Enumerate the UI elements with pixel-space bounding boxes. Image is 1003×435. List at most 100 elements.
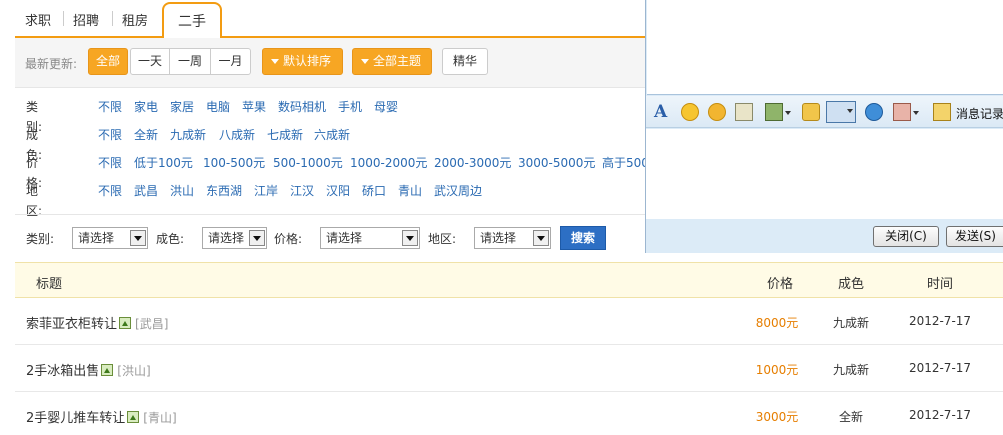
condition-option[interactable]: 六成新 (314, 125, 350, 145)
price-option[interactable]: 不限 (98, 153, 122, 173)
listing-time: 2012-7-17 (908, 408, 972, 422)
search-button[interactable]: 搜索 (560, 226, 606, 250)
image-icon[interactable] (765, 103, 791, 121)
tab-rent[interactable]: 租房 (122, 10, 148, 29)
table-row: 2手婴儿推车转让 [青山] 3000元 全新 2012-7-17 (15, 392, 1003, 435)
condition-option[interactable]: 全新 (134, 125, 158, 145)
topic-label: 全部主题 (373, 54, 422, 68)
search-condition-label: 成色: (156, 232, 185, 246)
listing-title-link[interactable]: 2手婴儿推车转让 (26, 411, 125, 426)
period-day-button[interactable]: 一天 (130, 48, 170, 75)
font-icon[interactable]: A (654, 103, 672, 121)
district-option[interactable]: 东西湖 (206, 181, 242, 201)
message-record-icon[interactable] (933, 103, 951, 121)
select-value: 请选择 (78, 231, 115, 245)
district-option[interactable]: 江汉 (290, 181, 314, 201)
listing-time: 2012-7-17 (908, 314, 972, 328)
select-value: 请选择 (480, 231, 517, 245)
featured-button[interactable]: 精华 (442, 48, 488, 75)
tab-jobs[interactable]: 求职 (25, 10, 51, 29)
filter-toolbar: 最新更新: 全部 一天 一周 一月 默认排序 全部主题 精华 (15, 38, 645, 88)
district-option[interactable]: 洪山 (170, 181, 194, 201)
category-option[interactable]: 电脑 (206, 97, 230, 117)
listing-title-link[interactable]: 2手冰箱出售 (26, 364, 99, 379)
listing-title-link[interactable]: 索菲亚衣柜转让 (26, 317, 117, 332)
search-condition-select[interactable]: 请选择 (202, 227, 267, 249)
listing-condition: 九成新 (832, 316, 869, 330)
screenshot-icon[interactable] (735, 103, 753, 121)
table-row: 索菲亚衣柜转让 [武昌] 8000元 九成新 2012-7-17 (15, 298, 1003, 345)
price-option[interactable]: 1000-2000元 (350, 153, 427, 173)
listing-condition: 九成新 (832, 363, 869, 377)
category-option[interactable]: 苹果 (242, 97, 266, 117)
district-option[interactable]: 汉阳 (326, 181, 350, 201)
category-option[interactable]: 数码相机 (278, 97, 326, 117)
price-option[interactable]: 3000-5000元 (518, 153, 595, 173)
district-option[interactable]: 武汉周边 (434, 181, 482, 201)
more-icon[interactable] (893, 103, 919, 121)
district-option[interactable]: 青山 (398, 181, 422, 201)
price-option[interactable]: 高于500 (602, 153, 645, 173)
listing-price: 3000元 (755, 410, 799, 424)
category-tabs: 求职 招聘 租房 二手 (15, 0, 645, 40)
price-option[interactable]: 低于100元 (134, 153, 193, 173)
chat-history-area (647, 0, 1003, 95)
period-week-button[interactable]: 一周 (169, 48, 211, 75)
select-value: 请选择 (326, 231, 363, 245)
category-option[interactable]: 家电 (134, 97, 158, 117)
section-divider (15, 214, 645, 215)
chevron-down-icon (402, 230, 418, 246)
topic-dropdown[interactable]: 全部主题 (352, 48, 432, 75)
tab-separator (63, 11, 64, 26)
listing-title: 2手婴儿推车转让 [青山] (26, 407, 177, 426)
chat-button-bar: 关闭(C) 发送(S) (646, 219, 1003, 253)
listing-title: 2手冰箱出售 [洪山] (26, 360, 151, 379)
chat-toolbar: A 消息记录 (646, 96, 1003, 128)
listing-area: [武昌] (135, 317, 169, 331)
district-option[interactable]: 不限 (98, 181, 122, 201)
price-option[interactable]: 500-1000元 (273, 153, 343, 173)
header-title: 标题 (36, 277, 63, 292)
category-option[interactable]: 家居 (170, 97, 194, 117)
emoticon-icon[interactable] (681, 103, 699, 121)
sort-dropdown[interactable]: 默认排序 (262, 48, 343, 75)
category-option[interactable]: 母婴 (374, 97, 398, 117)
listing-price: 1000元 (755, 363, 799, 377)
search-price-label: 价格: (274, 232, 303, 246)
district-option[interactable]: 硚口 (362, 181, 386, 201)
table-row: 2手冰箱出售 [洪山] 1000元 九成新 2012-7-17 (15, 345, 1003, 392)
music-icon[interactable] (865, 103, 883, 121)
tab-recruit[interactable]: 招聘 (73, 10, 99, 29)
search-price-select[interactable]: 请选择 (320, 227, 420, 249)
listing-time: 2012-7-17 (908, 361, 972, 375)
message-record-label[interactable]: 消息记录 (956, 105, 1003, 122)
search-district-label: 地区: (428, 232, 457, 246)
image-icon (119, 317, 132, 329)
chevron-down-icon (130, 230, 146, 246)
condition-option[interactable]: 九成新 (170, 125, 206, 145)
chat-input-area[interactable] (646, 129, 1003, 219)
send-button[interactable]: 发送(S) (946, 226, 1003, 247)
image-icon (101, 364, 114, 376)
period-month-button[interactable]: 一月 (210, 48, 251, 75)
price-option[interactable]: 100-500元 (203, 153, 265, 173)
condition-option[interactable]: 不限 (98, 125, 122, 145)
condition-option[interactable]: 七成新 (267, 125, 303, 145)
close-chat-button[interactable]: 关闭(C) (873, 226, 939, 247)
transfer-icon[interactable] (802, 103, 820, 121)
video-icon[interactable] (826, 101, 856, 123)
tab-second-hand[interactable]: 二手 (162, 2, 222, 40)
tab-separator (112, 11, 113, 26)
chevron-down-icon (533, 230, 549, 246)
condition-option[interactable]: 八成新 (219, 125, 255, 145)
search-district-select[interactable]: 请选择 (474, 227, 551, 249)
category-option[interactable]: 手机 (338, 97, 362, 117)
category-option[interactable]: 不限 (98, 97, 122, 117)
district-option[interactable]: 武昌 (134, 181, 158, 201)
district-option[interactable]: 江岸 (254, 181, 278, 201)
magic-face-icon[interactable] (708, 103, 726, 121)
price-option[interactable]: 2000-3000元 (434, 153, 511, 173)
select-value: 请选择 (208, 231, 245, 245)
search-category-select[interactable]: 请选择 (72, 227, 148, 249)
period-all-button[interactable]: 全部 (88, 48, 128, 75)
